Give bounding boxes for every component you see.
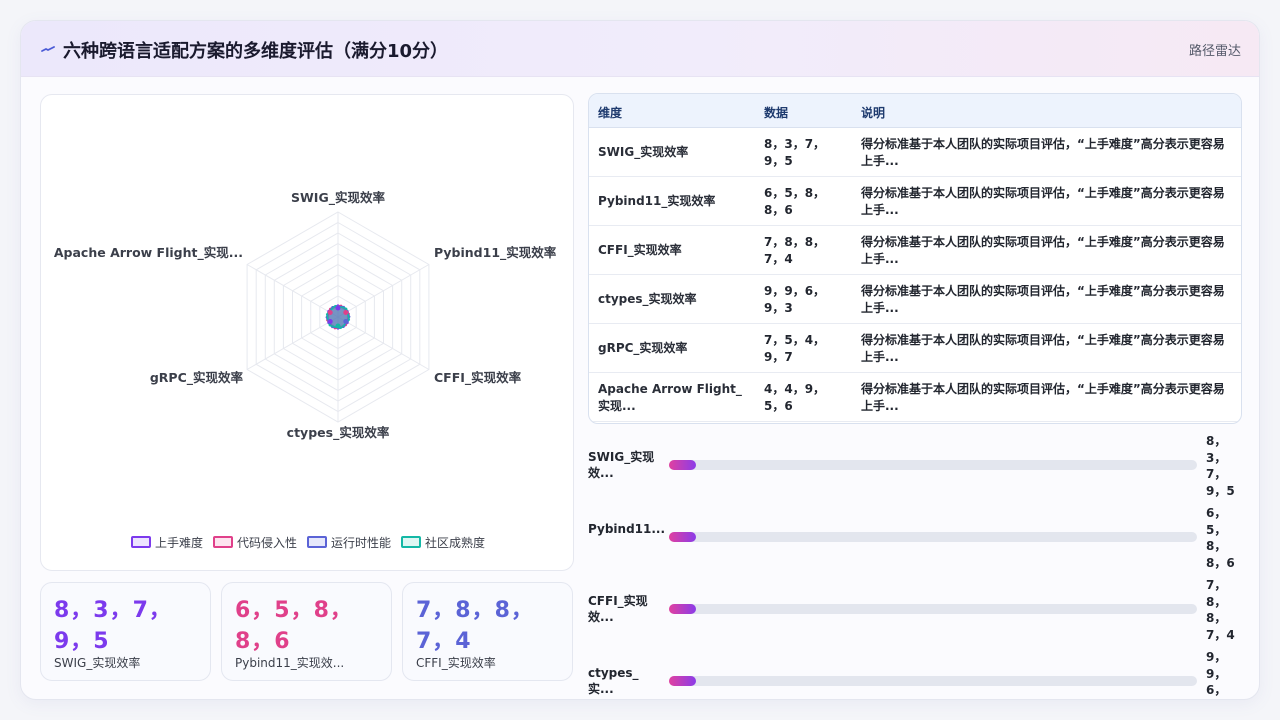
kpi-label: Pybind11_实现效... — [235, 656, 345, 670]
legend-swatch — [212, 536, 233, 548]
legend-label: 运行时性能 — [331, 535, 392, 550]
radar-axis-label: CFFI_实现效率 — [434, 370, 522, 386]
table-row: CFFI_实现效率 7，8，8，7，4 得分标准基于本人团队的实际项目评估，“上手难… — [589, 226, 1241, 275]
bar-track — [669, 676, 1197, 686]
bar-track — [669, 604, 1197, 614]
kpi-value: 8，3，7，9，5 — [54, 598, 172, 654]
legend-item[interactable]: 运行时性能 — [307, 534, 391, 551]
page-title: 六种跨语言适配方案的多维度评估（满分10分） — [63, 41, 449, 62]
row-data: 8，3，7，9，5 — [764, 137, 826, 168]
kpi-card-swig: 8，3，7，9，5 SWIG_实现效率 — [40, 582, 211, 681]
bar-value: 9，9，6，9，3 — [1206, 650, 1227, 697]
row-dimension: Pybind11_实现效率 — [598, 194, 716, 208]
bar-value: 8，3，7，9，5 — [1206, 434, 1235, 498]
row-data: 6，5，8，8，6 — [764, 186, 826, 217]
header-badge: 路径雷达 — [1188, 44, 1241, 59]
bar-label: CFFI_实现效... — [588, 594, 648, 624]
bar-label: ctypes_实... — [588, 666, 639, 696]
bar-row: Pybind11... 6，5，8，8，6 — [588, 505, 1242, 577]
table-header: 维度 数据 说明 — [589, 94, 1241, 128]
kpi-label: CFFI_实现效率 — [416, 656, 496, 670]
column-header-data: 数据 — [764, 106, 789, 120]
bar-label: SWIG_实现效... — [588, 450, 655, 480]
radar-axis-label: ctypes_实现效率 — [287, 425, 390, 441]
table-row: SWIG_实现效率 8，3，7，9，5 得分标准基于本人团队的实际项目评估，“上手难… — [589, 128, 1241, 177]
row-dimension: Apache Arrow Flight_实现... — [598, 382, 742, 413]
bar-track — [669, 532, 1197, 542]
legend-swatch — [401, 536, 422, 548]
radar-point — [343, 319, 349, 324]
radar-point — [327, 319, 333, 324]
main-card: 六种跨语言适配方案的多维度评估（满分10分） 路径雷达 SWIG_实现效率 Pyb… — [20, 20, 1260, 700]
row-dimension: gRPC_实现效率 — [598, 341, 688, 355]
radar-legend: 上手难度 代码侵入性 运行时性能 社区成熟度 — [41, 533, 575, 551]
bar-row: CFFI_实现效... 7，8，8，7，4 — [588, 577, 1242, 649]
legend-item[interactable]: 社区成熟度 — [401, 534, 485, 551]
kpi-card-cffi: 7，8，8，7，4 CFFI_实现效率 — [402, 582, 573, 681]
kpi-value: 7，8，8，7，4 — [416, 598, 534, 654]
radar-axis-label: Pybind11_实现效率 — [434, 245, 557, 261]
evaluation-table: 维度 数据 说明 SWIG_实现效率 8，3，7，9，5 得分标准基于本人团队的实际… — [588, 93, 1242, 424]
kpi-value: 6，5，8，8，6 — [235, 598, 353, 654]
legend-item[interactable]: 代码侵入性 — [212, 534, 297, 551]
legend-label: 上手难度 — [154, 535, 203, 550]
table-row: Apache Arrow Flight_实现... 4，4，9，5，6 得分标准基于… — [589, 373, 1241, 422]
row-data: 7，8，8，7，4 — [764, 235, 826, 266]
legend-swatch — [307, 536, 327, 548]
table-row: ctypes_实现效率 9，9，6，9，3 得分标准基于本人团队的实际项目评估，“上… — [589, 275, 1241, 324]
row-dimension: SWIG_实现效率 — [598, 145, 689, 159]
row-description: 得分标准基于本人团队的实际项目评估，“上手难度”高分表示更容易上手... — [861, 186, 1225, 217]
radar-point — [335, 305, 341, 311]
bar-row: ctypes_实... 9，9，6，9，3 — [588, 649, 1242, 699]
row-data: 9，9，6，9，3 — [764, 284, 826, 315]
bar-track — [669, 460, 1197, 470]
table-row: Pybind11_实现效率 6，5，8，8，6 得分标准基于本人团队的实际项目评估，… — [589, 177, 1241, 226]
kpi-card-pybind11: 6，5，8，8，6 Pybind11_实现效... — [221, 582, 392, 681]
row-description: 得分标准基于本人团队的实际项目评估，“上手难度”高分表示更容易上手... — [861, 333, 1225, 364]
bar-fill — [669, 532, 696, 542]
column-header-dimension: 维度 — [598, 106, 623, 120]
bar-value: 7，8，8，7，4 — [1206, 578, 1235, 642]
radar-point — [327, 310, 333, 315]
radar-point — [335, 323, 341, 329]
page-header: 六种跨语言适配方案的多维度评估（满分10分） 路径雷达 — [21, 21, 1259, 77]
column-header-description: 说明 — [861, 106, 886, 120]
radar-axis-label: Apache Arrow Flight_实现... — [54, 245, 243, 261]
radar-pulse-icon — [41, 46, 55, 52]
row-description: 得分标准基于本人团队的实际项目评估，“上手难度”高分表示更容易上手... — [861, 284, 1225, 315]
row-dimension: CFFI_实现效率 — [598, 243, 682, 257]
row-description: 得分标准基于本人团队的实际项目评估，“上手难度”高分表示更容易上手... — [861, 137, 1225, 168]
kpi-label: SWIG_实现效率 — [54, 656, 141, 670]
bar-fill — [669, 604, 696, 614]
bar-fill — [669, 460, 696, 470]
legend-label: 代码侵入性 — [236, 535, 297, 550]
row-description: 得分标准基于本人团队的实际项目评估，“上手难度”高分表示更容易上手... — [861, 382, 1225, 413]
bar-label: Pybind11... — [588, 522, 666, 536]
legend-label: 社区成熟度 — [425, 535, 486, 550]
radar-axis-label: SWIG_实现效率 — [291, 190, 385, 206]
row-dimension: ctypes_实现效率 — [598, 292, 697, 306]
row-description: 得分标准基于本人团队的实际项目评估，“上手难度”高分表示更容易上手... — [861, 235, 1225, 266]
radar-point — [343, 310, 349, 315]
legend-item[interactable]: 上手难度 — [130, 534, 203, 551]
row-data: 7，5，4，9，7 — [764, 333, 826, 364]
legend-swatch — [130, 536, 151, 548]
radar-axis-label: gRPC_实现效率 — [150, 370, 244, 386]
radar-chart: SWIG_实现效率 Pybind11_实现效率 CFFI_实现效率 ctypes_实现… — [54, 190, 557, 441]
bar-value: 6，5，8，8，6 — [1206, 506, 1235, 570]
bar-row: SWIG_实现效... 8，3，7，9，5 — [588, 433, 1242, 505]
row-data: 4，4，9，5，6 — [764, 382, 826, 413]
table-row: gRPC_实现效率 7，5，4，9，7 得分标准基于本人团队的实际项目评估，“上手难… — [589, 324, 1241, 373]
bar-fill — [669, 676, 696, 686]
radar-chart-panel: SWIG_实现效率 Pybind11_实现效率 CFFI_实现效率 ctypes_实现… — [40, 94, 574, 571]
